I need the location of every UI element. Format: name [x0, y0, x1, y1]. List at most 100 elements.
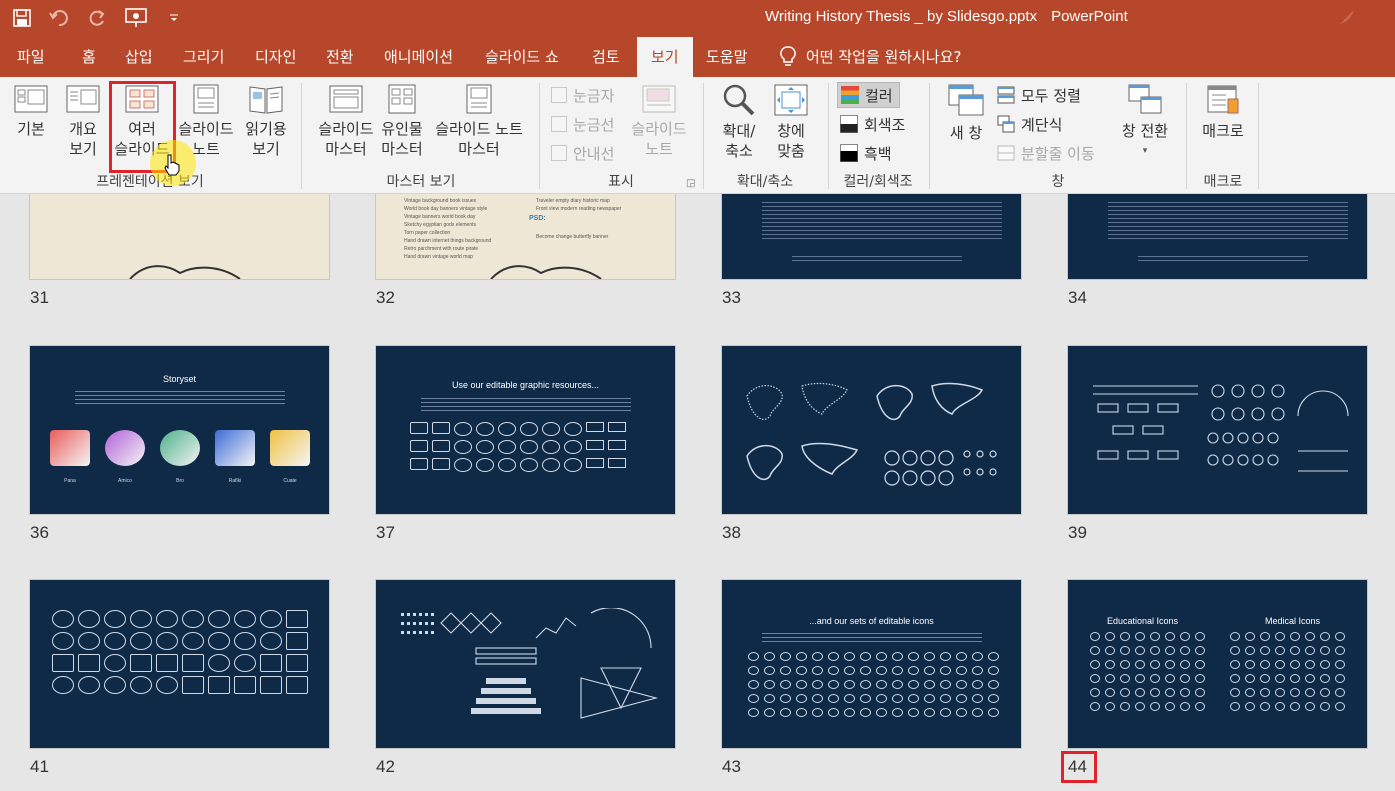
group-color-grayscale: 컬러 회색조 흑백 컬러/회색조 — [830, 77, 926, 194]
switch-windows-icon — [1128, 84, 1162, 114]
tab-animations[interactable]: 애니메이션 — [384, 37, 453, 77]
save-icon[interactable] — [10, 6, 34, 30]
slide-number: 34 — [1068, 288, 1087, 307]
slide-number: 39 — [1068, 523, 1087, 542]
tab-design[interactable]: 디자인 — [255, 37, 296, 77]
show-notes-button[interactable]: 슬라이드 노트 — [627, 83, 691, 159]
app-name: PowerPoint — [1051, 8, 1128, 25]
slide-text-block — [792, 253, 962, 263]
outline-view-label-2: 보기 — [69, 140, 97, 158]
grayscale-label: 회색조 — [864, 115, 906, 134]
tab-view[interactable]: 보기 — [637, 37, 693, 77]
outline-view-icon — [66, 85, 100, 113]
slide-thumbnail[interactable]: ...and our sets of editable icons — [721, 579, 1022, 749]
group-label-window: 창 — [1051, 174, 1065, 190]
ribbon-separator — [539, 83, 540, 189]
outline-view-button[interactable]: 개요 보기 — [62, 83, 104, 159]
tab-slideshow[interactable]: 슬라이드 쇼 — [485, 37, 559, 77]
tab-home[interactable]: 홈 — [82, 37, 96, 77]
ruler-checkbox[interactable]: 눈금자 — [551, 82, 614, 108]
slide-thumbnail[interactable] — [29, 194, 330, 280]
arrange-all-button[interactable]: 모두 정렬 — [997, 82, 1081, 108]
notes-master-button[interactable]: 슬라이드 노트 마스터 — [429, 83, 529, 159]
ribbon-view: 기본 개요 보기 여러 슬라이드 슬라이드 노트 읽기용 보기 프레젠테이션 보… — [0, 77, 1395, 194]
document-title: Writing History Thesis _ by Slidesgo.ppt… — [765, 8, 1038, 25]
gridlines-checkbox-box — [551, 116, 567, 132]
group-presentation-views: 기본 개요 보기 여러 슬라이드 슬라이드 노트 읽기용 보기 프레젠테이션 보… — [0, 77, 300, 194]
handout-master-button[interactable]: 유인물 마스터 — [377, 83, 427, 159]
switch-windows-label: 창 전환 — [1121, 122, 1169, 140]
fit-to-window-icon — [774, 84, 808, 116]
slide-thumbnail[interactable]: Educational Icons Medical Icons — [1067, 579, 1368, 749]
ribbon-separator — [1186, 83, 1187, 189]
slide-title: Storyset — [162, 374, 196, 384]
medical-icons-grid — [1230, 632, 1345, 711]
new-window-icon — [948, 84, 984, 116]
slide-list-item: Traveler empty diary historic map — [536, 198, 610, 204]
group-label-macros: 매크로 — [1203, 174, 1243, 190]
slide-thumbnail[interactable] — [375, 579, 676, 749]
undo-icon[interactable] — [48, 6, 72, 30]
black-white-button[interactable]: 흑백 — [840, 140, 892, 166]
slide-list-item: Vintage background book issues — [404, 198, 477, 204]
tab-review[interactable]: 검토 — [592, 37, 620, 77]
slide-sorter-area[interactable]: 31 Vintage background book issues World … — [0, 194, 1395, 791]
black-white-label: 흑백 — [864, 144, 892, 163]
cascade-button[interactable]: 계단식 — [997, 111, 1062, 137]
tab-file[interactable]: 파일 — [17, 37, 45, 77]
customize-qat-icon[interactable] — [162, 6, 186, 30]
grayscale-button[interactable]: 회색조 — [840, 111, 905, 137]
gridlines-checkbox[interactable]: 눈금선 — [551, 111, 614, 137]
tell-me-box[interactable]: 어떤 작업을 원하시나요? — [780, 37, 962, 77]
redo-icon[interactable] — [86, 6, 110, 30]
charts-illustration — [401, 608, 659, 719]
fit-label-1: 창에 — [777, 122, 805, 140]
color-button[interactable]: 컬러 — [837, 82, 900, 108]
slide-master-button[interactable]: 슬라이드 마스터 — [311, 83, 381, 159]
caption-amico: Amico — [118, 478, 132, 484]
reading-view-icon — [249, 86, 283, 114]
tab-draw[interactable]: 그리기 — [183, 37, 224, 77]
present-from-start-icon[interactable] — [124, 6, 148, 30]
macros-button[interactable]: 매크로 — [1194, 83, 1252, 141]
slide-text-block — [75, 388, 285, 404]
guides-checkbox[interactable]: 안내선 — [551, 140, 614, 166]
slide-thumbnail[interactable] — [721, 194, 1022, 280]
group-zoom: 확대/ 축소 창에 맞춤 확대/축소 — [705, 77, 825, 194]
slide-thumbnail[interactable]: Vintage background book issues World boo… — [375, 194, 676, 280]
graphic-resources-grid — [410, 422, 626, 472]
zoom-button[interactable]: 확대/ 축소 — [715, 83, 763, 161]
group-macros: 매크로 매크로 — [1188, 77, 1258, 194]
slide-thumbnail[interactable] — [1067, 345, 1368, 515]
diagram-icons-grid — [52, 610, 308, 694]
slide-title: ...and our sets of editable icons — [809, 616, 934, 626]
slide-thumbnail[interactable]: Use our editable graphic resources... — [375, 345, 676, 515]
illustration-bro — [160, 430, 200, 466]
normal-view-button[interactable]: 기본 — [10, 83, 52, 139]
switch-windows-button[interactable]: 창 전환 ▾ — [1115, 83, 1175, 161]
slide-thumbnail[interactable] — [1067, 194, 1368, 280]
group-window: 새 창 모두 정렬 계단식 분할줄 이동 창 전환 ▾ 창 — [931, 77, 1185, 194]
tab-insert[interactable]: 삽입 — [125, 37, 153, 77]
slide-thumbnail[interactable] — [29, 579, 330, 749]
reading-view-button[interactable]: 읽기용 보기 — [240, 83, 292, 159]
ruler-label: 눈금자 — [573, 86, 615, 105]
notes-master-icon — [466, 84, 492, 114]
slide-thumbnail[interactable] — [721, 345, 1022, 515]
slide-list-item: World book day banners vintage style — [404, 206, 488, 212]
new-window-button[interactable]: 새 창 — [941, 83, 991, 143]
tab-help[interactable]: 도움말 — [706, 37, 747, 77]
tab-transitions[interactable]: 전환 — [326, 37, 354, 77]
illustration-captions: Pana Amico Bro Rafiki Cuate — [50, 478, 310, 484]
slide-thumbnail[interactable]: Storyset Pana Amico Bro Rafiki Cuate — [29, 345, 330, 515]
arrange-all-label: 모두 정렬 — [1021, 86, 1081, 105]
fit-to-window-button[interactable]: 창에 맞춤 — [769, 83, 813, 161]
new-window-label: 새 창 — [949, 124, 983, 142]
slide-text-block — [1108, 199, 1348, 239]
move-split-button[interactable]: 분할줄 이동 — [997, 140, 1095, 166]
dialog-launcher-icon[interactable]: ◲ — [686, 178, 695, 189]
illustration-rafiki — [215, 430, 255, 466]
handout-master-label-1: 유인물 — [381, 120, 423, 138]
slide-text-list: Vintage background book issues World boo… — [404, 197, 491, 261]
group-label-master-views: 마스터 보기 — [386, 174, 456, 190]
